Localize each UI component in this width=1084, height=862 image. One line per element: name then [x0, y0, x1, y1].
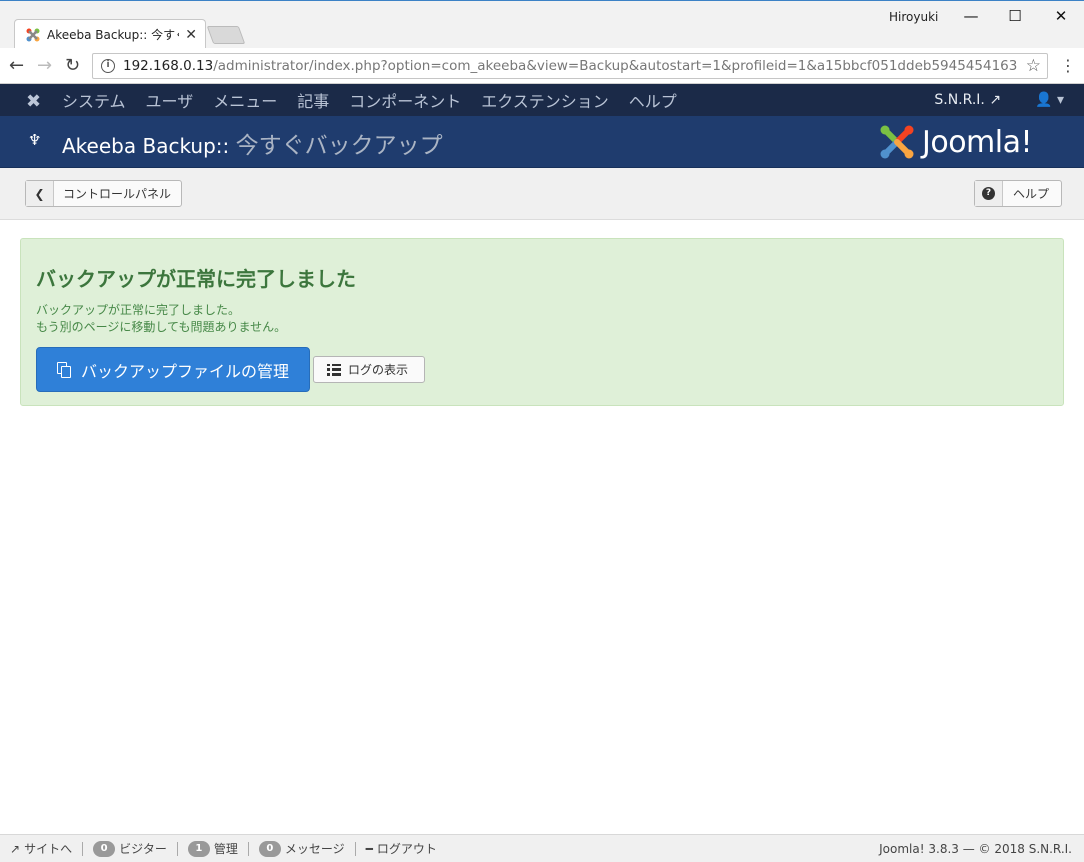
menu-users[interactable]: ユーザ	[146, 88, 194, 112]
toolbar: ❮ コントロールパネル ? ヘルプ	[0, 168, 1084, 220]
page-title: Akeeba Backup:: 今すぐバックアップ	[62, 126, 443, 160]
chevron-left-icon: ❮	[26, 181, 54, 206]
footer-version: Joomla! 3.8.3 — © 2018 S.N.R.I.	[879, 842, 1072, 856]
menu-system[interactable]: システム	[62, 88, 126, 112]
back-arrow-icon[interactable]: ←	[9, 56, 24, 76]
visitors-label: ビジター	[119, 842, 167, 856]
site-name: S.N.R.I.	[934, 92, 985, 108]
view-log-label: ログの表示	[348, 363, 409, 377]
external-link-icon: ↗	[10, 841, 21, 856]
admin-menu-right: S.N.R.I. ↗ 👤 ▾	[934, 84, 1084, 116]
manage-backups-button[interactable]: バックアップファイルの管理	[36, 347, 310, 392]
page-title-sub: 今すぐバックアップ	[235, 133, 443, 159]
visitors-count-badge: 0	[93, 840, 116, 857]
joomla-brand-logo: Joomla!	[878, 124, 1033, 160]
maximize-icon[interactable]: ☐	[992, 5, 1038, 29]
control-panel-button[interactable]: ❮ コントロールパネル	[25, 180, 183, 207]
success-alert: バックアップが正常に完了しました バックアップが正常に完了しました。 もう別のペ…	[20, 238, 1064, 406]
logout-link[interactable]: ━ ログアウト	[365, 841, 447, 857]
new-tab-button[interactable]	[206, 26, 246, 44]
bookmark-star-icon[interactable]: ☆	[1026, 56, 1041, 76]
alert-message-line2: もう別のページに移動しても問題ありません。	[36, 320, 287, 334]
url-host: 192.168.0.13	[123, 58, 214, 74]
messages-count-badge: 0	[258, 840, 281, 857]
help-label: ヘルプ	[1013, 187, 1050, 201]
logout-label: ログアウト	[376, 842, 437, 856]
joomla-favicon	[25, 27, 41, 43]
visitors-status[interactable]: 0 ビジター	[93, 840, 178, 857]
minus-icon: ━	[365, 841, 373, 856]
user-menu-icon[interactable]: 👤 ▾	[1035, 92, 1064, 108]
external-link-icon: ↗	[989, 92, 1002, 108]
page-title-main: Akeeba Backup::	[62, 134, 230, 158]
browser-tabstrip: Akeeba Backup:: 今すぐバ ✕ Hiroyuki — ☐ ✕	[0, 0, 1084, 49]
alert-message-line1: バックアップが正常に完了しました。	[36, 303, 241, 317]
menu-help[interactable]: ヘルプ	[629, 88, 677, 112]
menu-extensions[interactable]: エクステンション	[481, 88, 609, 112]
tab-close-icon[interactable]: ✕	[185, 27, 197, 43]
joomla-brand-text: Joomla!	[922, 124, 1033, 160]
menu-components[interactable]: コンポーネント	[349, 88, 461, 112]
help-button[interactable]: ? ヘルプ	[974, 180, 1063, 207]
akeeba-icon: ♆	[28, 131, 42, 149]
site-info-icon[interactable]: i	[101, 59, 115, 73]
site-name-link[interactable]: S.N.R.I. ↗	[934, 92, 1001, 108]
manage-backups-label: バックアップファイルの管理	[81, 361, 290, 381]
address-bar-row: ← → ↻ i 192.168.0.13/administrator/index…	[0, 48, 1084, 84]
admins-status[interactable]: 1 管理	[187, 840, 249, 857]
admin-menu-bar: ✖ システム ユーザ メニュー 記事 コンポーネント エクステンション ヘルプ …	[0, 84, 1084, 116]
forward-arrow-icon[interactable]: →	[37, 56, 52, 76]
alert-heading: バックアップが正常に完了しました	[36, 267, 356, 291]
url-input[interactable]: i 192.168.0.13/administrator/index.php?o…	[92, 53, 1048, 79]
tab-title: Akeeba Backup:: 今すぐバ	[47, 28, 179, 42]
url-path: /administrator/index.php?option=com_akee…	[213, 58, 1018, 74]
alert-message: バックアップが正常に完了しました。 もう別のページに移動しても問題ありません。	[36, 302, 286, 336]
messages-label: メッセージ	[284, 842, 345, 856]
reload-icon[interactable]: ↻	[65, 56, 80, 76]
list-icon	[327, 363, 341, 376]
admins-count-badge: 1	[187, 840, 210, 857]
browser-tab[interactable]: Akeeba Backup:: 今すぐバ ✕	[14, 19, 206, 49]
question-icon: ?	[975, 181, 1003, 206]
status-bar: ↗ サイトへ 0 ビジター 1 管理 0 メッセージ ━ ログアウト Joomla! 3.…	[0, 834, 1084, 862]
menu-content[interactable]: 記事	[297, 88, 329, 112]
admins-label: 管理	[213, 842, 238, 856]
url-text: 192.168.0.13/administrator/index.php?opt…	[123, 58, 1018, 74]
minimize-icon[interactable]: —	[948, 5, 994, 29]
view-site-link[interactable]: ↗ サイトへ	[10, 841, 84, 856]
control-panel-label: コントロールパネル	[63, 187, 172, 201]
view-site-label: サイトへ	[24, 842, 73, 856]
menu-menus[interactable]: メニュー	[213, 88, 277, 112]
view-log-button[interactable]: ログの表示	[313, 356, 425, 383]
browser-profile-name[interactable]: Hiroyuki	[889, 10, 938, 24]
joomla-menu-logo-icon[interactable]: ✖	[0, 84, 62, 116]
messages-status[interactable]: 0 メッセージ	[258, 840, 356, 857]
browser-menu-icon[interactable]: ⋮	[1060, 56, 1076, 75]
files-icon	[57, 361, 73, 378]
page-header: ♆ Akeeba Backup:: 今すぐバックアップ Joomla!	[0, 116, 1084, 168]
joomla-logo-icon	[880, 125, 914, 159]
window-close-icon[interactable]: ✕	[1038, 5, 1084, 29]
